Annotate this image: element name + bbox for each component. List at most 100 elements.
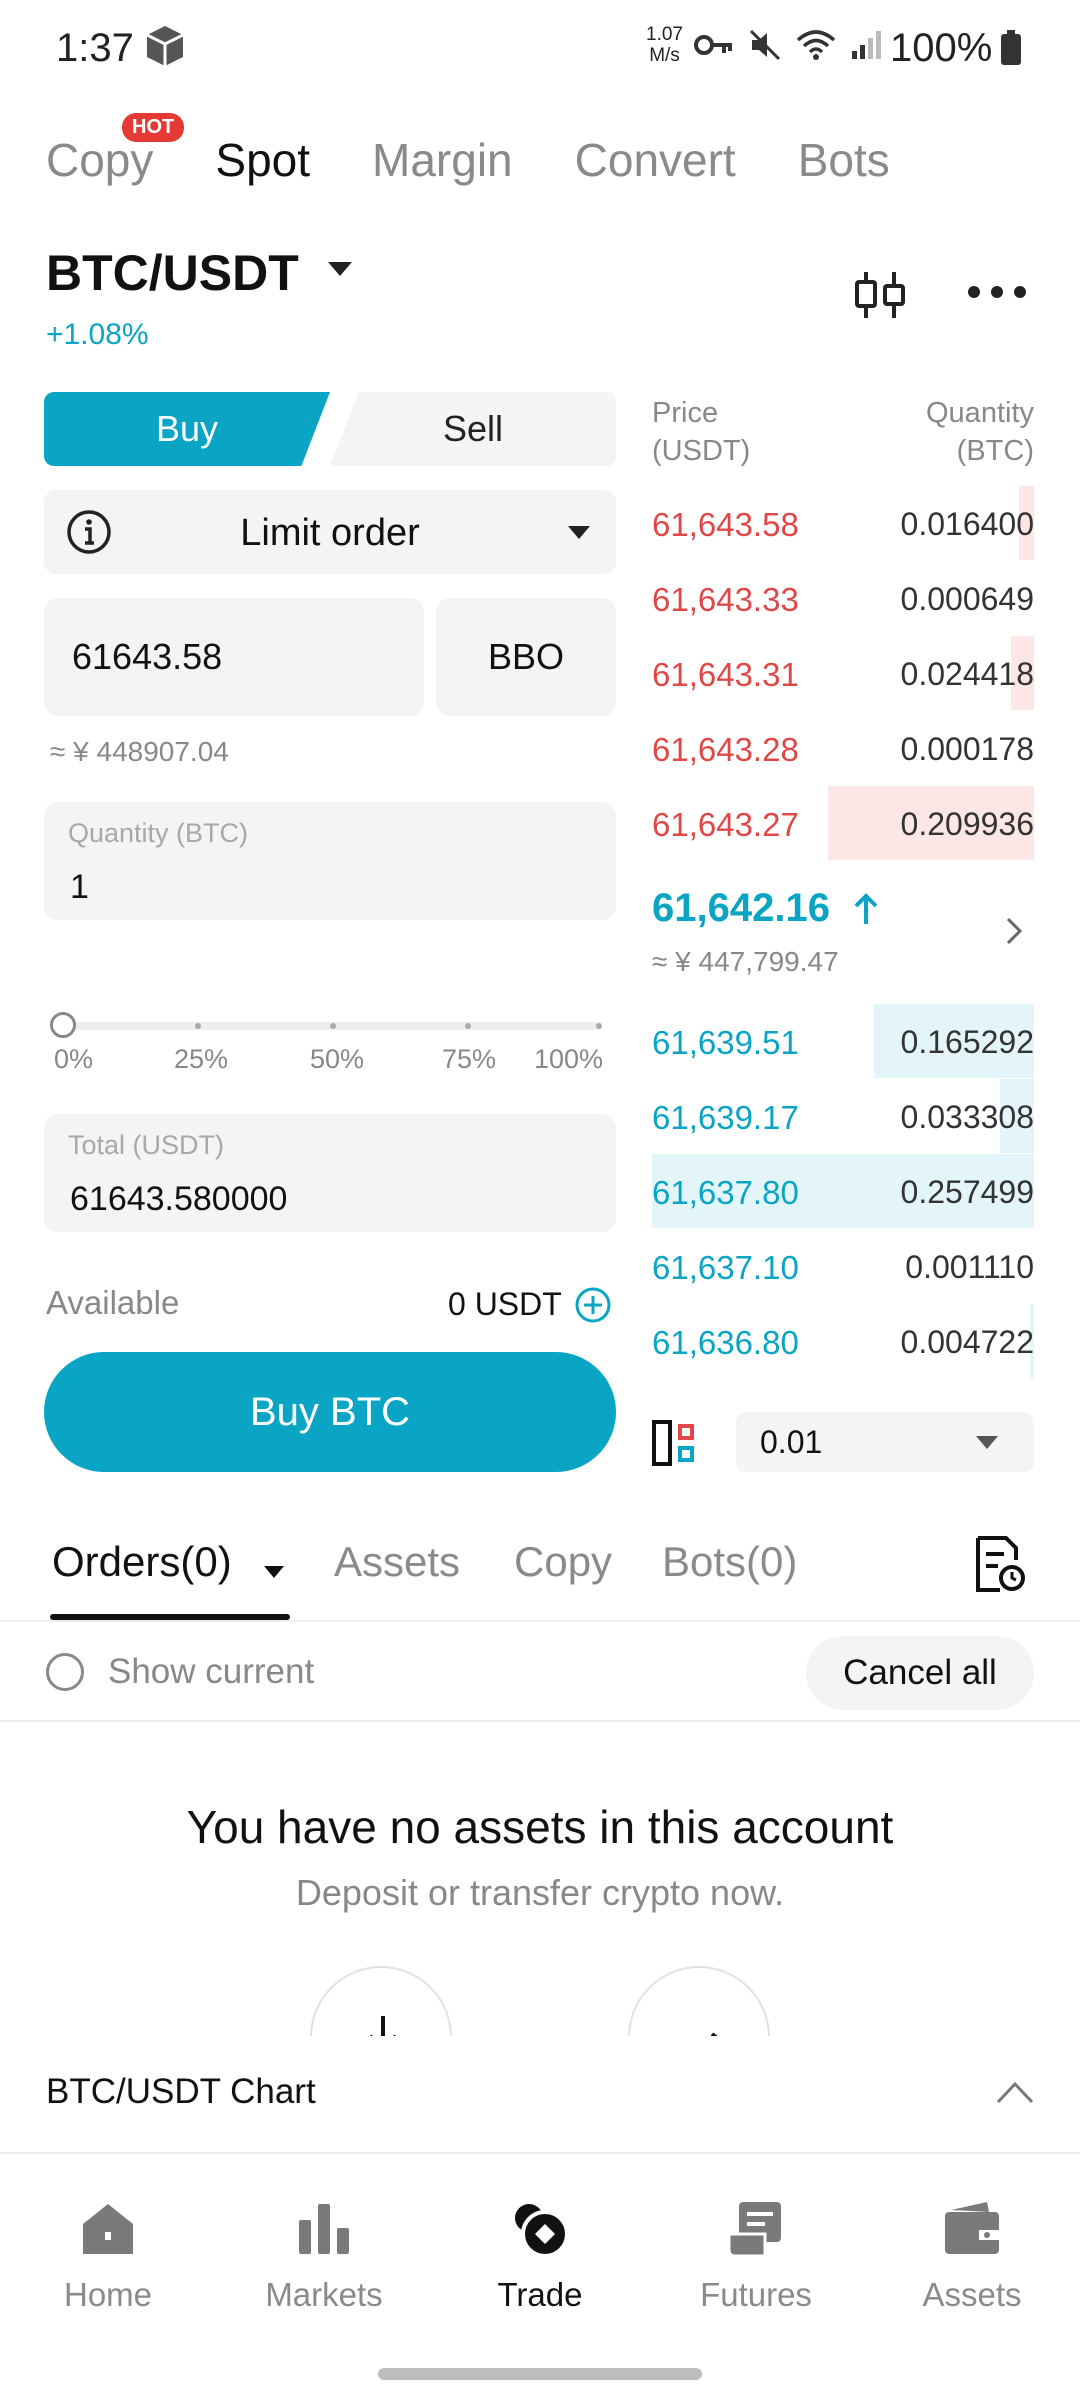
ask-row[interactable]: 61,643.31 0.024418 bbox=[652, 636, 1034, 710]
quantity-input[interactable]: Quantity (BTC) 1 bbox=[44, 802, 616, 920]
price-cny-equivalent: ≈ ¥ 448907.04 bbox=[50, 736, 229, 767]
slider-label-75[interactable]: 75% bbox=[442, 1044, 496, 1075]
nav-home-label: Home bbox=[63, 2276, 153, 2313]
orders-tabs: Orders(0) Assets Copy Bots(0) bbox=[0, 1530, 1080, 1622]
order-history-icon[interactable] bbox=[972, 1534, 1028, 1594]
bid-row[interactable]: 61,639.17 0.033308 bbox=[652, 1079, 1034, 1153]
more-options-icon[interactable] bbox=[968, 286, 1026, 298]
network-speed-value: 1.07 bbox=[646, 24, 683, 45]
tab-bots-orders[interactable]: Bots(0) bbox=[662, 1538, 797, 1586]
wifi-icon bbox=[796, 30, 836, 60]
bid-row[interactable]: 61,639.51 0.165292 bbox=[652, 1004, 1034, 1078]
order-type-select[interactable]: Limit order bbox=[44, 490, 616, 574]
slider-label-100[interactable]: 100% bbox=[534, 1044, 603, 1075]
bid-row[interactable]: 61,637.80 0.257499 bbox=[652, 1154, 1034, 1228]
tab-spot[interactable]: Spot bbox=[215, 133, 310, 187]
ask-row[interactable]: 61,643.33 0.000649 bbox=[652, 561, 1034, 635]
available-balance: 0 USDT bbox=[448, 1286, 562, 1322]
orderbook-price-header: Price (USDT) bbox=[652, 394, 750, 470]
nav-futures[interactable]: Futures bbox=[676, 2198, 836, 2314]
slider-tick bbox=[465, 1023, 471, 1029]
tab-bots[interactable]: Bots bbox=[798, 133, 890, 187]
bid-quantity: 0.165292 bbox=[900, 1024, 1034, 1060]
nav-markets[interactable]: Markets bbox=[244, 2198, 404, 2314]
nav-assets-label: Assets bbox=[922, 2276, 1022, 2313]
mute-icon bbox=[749, 29, 781, 61]
total-input[interactable]: Total (USDT) 61643.580000 bbox=[44, 1114, 616, 1232]
ask-row[interactable]: 61,643.27 0.209936 bbox=[652, 786, 1034, 860]
chart-bar-label: BTC/USDT Chart bbox=[46, 2072, 316, 2111]
ask-quantity: 0.000649 bbox=[900, 581, 1034, 617]
candlestick-chart-icon[interactable] bbox=[854, 270, 906, 320]
nav-trade[interactable]: Trade bbox=[460, 2198, 620, 2314]
tab-copy[interactable]: Copy HOT bbox=[46, 113, 185, 187]
status-icons bbox=[694, 28, 884, 62]
slider-label-25[interactable]: 25% bbox=[174, 1044, 228, 1075]
buy-tab[interactable]: Buy bbox=[44, 392, 330, 466]
ask-price: 61,643.33 bbox=[652, 581, 799, 618]
arrow-up-icon bbox=[854, 893, 878, 924]
nav-trade-label: Trade bbox=[497, 2276, 583, 2313]
ask-price: 61,643.58 bbox=[652, 506, 799, 543]
cancel-all-button[interactable]: Cancel all bbox=[806, 1636, 1034, 1710]
quantity-value: 1 bbox=[70, 868, 89, 906]
sell-tab[interactable]: Sell bbox=[330, 392, 616, 466]
show-current-label: Show current bbox=[108, 1652, 315, 1691]
show-current-toggle[interactable]: Show current bbox=[46, 1652, 314, 1692]
order-type-label: Limit order bbox=[240, 512, 420, 554]
ask-row[interactable]: 61,643.28 0.000178 bbox=[652, 711, 1034, 785]
chevron-up-icon[interactable] bbox=[996, 2080, 1034, 2104]
bid-quantity: 0.004722 bbox=[900, 1324, 1034, 1360]
bid-row[interactable]: 61,636.80 0.004722 bbox=[652, 1304, 1034, 1378]
bid-row[interactable]: 61,637.10 0.001110 bbox=[652, 1229, 1034, 1303]
pair-selector[interactable]: BTC/USDT bbox=[46, 244, 299, 302]
tab-margin[interactable]: Margin bbox=[372, 133, 513, 187]
tick-size-value: 0.01 bbox=[760, 1423, 823, 1460]
ask-row[interactable]: 61,643.58 0.016400 bbox=[652, 486, 1034, 560]
tab-convert[interactable]: Convert bbox=[575, 133, 736, 187]
amount-slider[interactable] bbox=[50, 1010, 610, 1040]
buy-sell-toggle: Buy Sell bbox=[44, 392, 616, 466]
orderbook-layout-icon[interactable] bbox=[652, 1420, 698, 1466]
home-indicator[interactable] bbox=[378, 2368, 702, 2380]
bbo-button[interactable]: BBO bbox=[436, 598, 616, 716]
price-header-label: Price bbox=[652, 397, 719, 429]
bid-price: 61,639.51 bbox=[652, 1024, 799, 1061]
add-funds-icon[interactable] bbox=[574, 1286, 612, 1324]
slider-label-50[interactable]: 50% bbox=[310, 1044, 364, 1075]
total-value: 61643.580000 bbox=[70, 1180, 288, 1218]
chevron-down-icon[interactable] bbox=[264, 1566, 284, 1578]
tab-copy-orders[interactable]: Copy bbox=[514, 1538, 612, 1586]
futures-icon bbox=[727, 2202, 781, 2258]
ask-quantity: 0.016400 bbox=[900, 506, 1034, 542]
radio-button[interactable] bbox=[46, 1653, 84, 1691]
slider-tick bbox=[330, 1023, 336, 1029]
trade-icon bbox=[515, 2204, 569, 2258]
active-tab-indicator bbox=[50, 1614, 290, 1620]
nav-assets[interactable]: Assets bbox=[892, 2198, 1052, 2314]
product-tabs: Copy HOT Spot Margin Convert Bots bbox=[46, 113, 952, 200]
price-header-unit: (USDT) bbox=[652, 435, 751, 467]
buy-btc-button[interactable]: Buy BTC bbox=[44, 1352, 616, 1472]
chevron-right-icon[interactable] bbox=[1004, 916, 1024, 946]
tab-orders[interactable]: Orders(0) bbox=[52, 1538, 232, 1586]
slider-handle[interactable] bbox=[50, 1012, 76, 1038]
network-speed-unit: M/s bbox=[649, 45, 680, 66]
tick-size-select[interactable]: 0.01 bbox=[736, 1412, 1034, 1472]
bottom-navigation: Home Markets Trade Futures Assets bbox=[0, 2156, 1080, 2400]
ask-quantity: 0.209936 bbox=[900, 806, 1034, 842]
slider-label-0[interactable]: 0% bbox=[54, 1044, 93, 1075]
home-icon bbox=[83, 2204, 133, 2254]
bid-quantity: 0.001110 bbox=[905, 1249, 1034, 1285]
chart-collapse-bar[interactable]: BTC/USDT Chart bbox=[0, 2036, 1080, 2154]
price-input[interactable]: 61643.58 bbox=[44, 598, 424, 716]
nav-home[interactable]: Home bbox=[28, 2198, 188, 2314]
ask-price: 61,643.27 bbox=[652, 806, 799, 843]
bid-quantity: 0.257499 bbox=[900, 1174, 1034, 1210]
qty-header-unit: (BTC) bbox=[956, 435, 1034, 467]
vpn-key-icon bbox=[694, 35, 732, 55]
chevron-down-icon bbox=[568, 526, 590, 539]
tab-assets[interactable]: Assets bbox=[334, 1538, 460, 1586]
pair-dropdown-icon[interactable] bbox=[328, 262, 352, 276]
last-price[interactable]: 61,642.16 bbox=[652, 886, 830, 931]
